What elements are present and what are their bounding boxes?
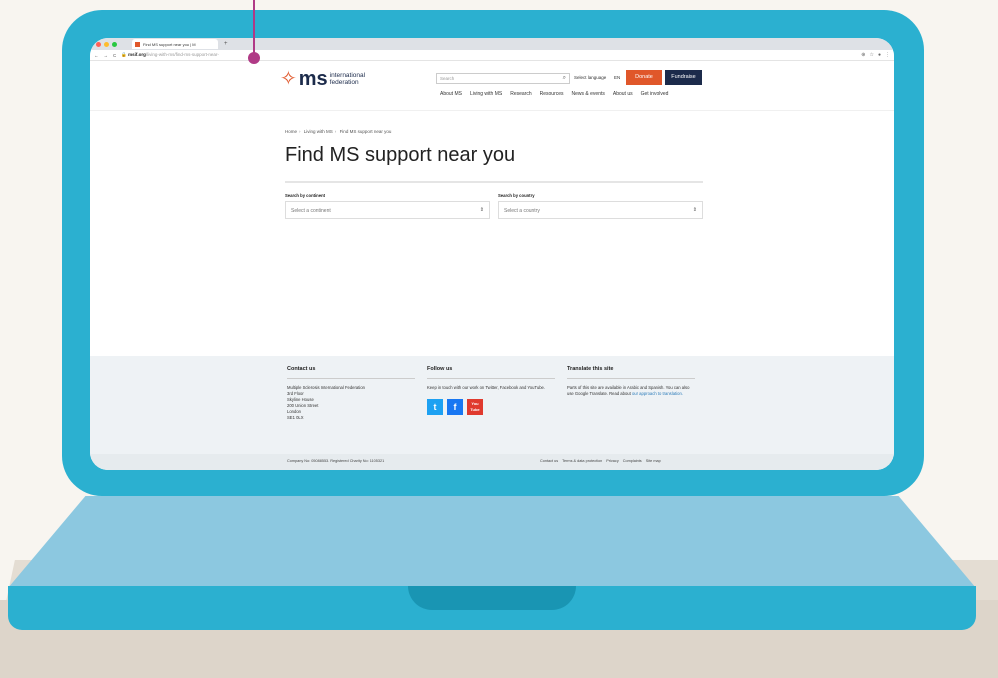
continent-label: Search by continent <box>285 193 326 198</box>
search-filters: Search by continent Select a continent ⇕… <box>285 193 703 219</box>
footer-link-sitemap[interactable]: Site map <box>646 459 661 463</box>
bookmark-star-icon[interactable]: ☆ <box>869 52 873 58</box>
nav-about-ms[interactable]: About MS <box>440 91 462 97</box>
company-registration: Company No: 05088553. Registered Charity… <box>287 459 385 463</box>
logo-ms-text: ms <box>298 68 328 90</box>
annotation-pointer-line <box>253 0 255 56</box>
site-footer: Contact us Multiple Sclerosis Internatio… <box>90 356 894 470</box>
window-close-dot[interactable] <box>96 41 101 47</box>
twitter-icon[interactable]: t <box>427 399 443 415</box>
translate-heading: Translate this site <box>567 366 614 372</box>
favicon-icon <box>135 41 140 47</box>
divider <box>427 378 555 379</box>
translate-text: Parts of this site are available in Arab… <box>567 385 690 396</box>
nav-resources[interactable]: Resources <box>540 91 564 97</box>
logo-star-icon: ✧ <box>280 68 297 90</box>
forward-icon[interactable]: → <box>104 53 109 58</box>
nav-living-with-ms[interactable]: Living with MS <box>470 91 502 97</box>
follow-heading: Follow us <box>427 366 453 372</box>
laptop-keyboard-deck <box>8 496 976 588</box>
fundraise-button[interactable]: Fundraise <box>665 70 702 85</box>
country-select[interactable]: Select a country ⇕ <box>498 201 703 219</box>
footer-contact: Contact us Multiple Sclerosis Internatio… <box>287 366 415 421</box>
browser-tab-bar: Find MS support near you | M + <box>90 38 894 50</box>
footer-link-complaints[interactable]: Complaints <box>623 459 642 463</box>
nav-research[interactable]: Research <box>510 91 531 97</box>
divider <box>285 181 703 183</box>
divider <box>287 378 415 379</box>
profile-icon[interactable]: ● <box>878 52 881 58</box>
continent-filter: Search by continent Select a continent ⇕ <box>285 193 490 219</box>
window-maximize-dot[interactable] <box>112 41 117 47</box>
footer-follow: Follow us Keep in touch with our work on… <box>427 366 555 421</box>
browser-tab[interactable]: Find MS support near you | M <box>132 39 218 49</box>
translation-approach-link[interactable]: our approach to translation. <box>632 391 683 396</box>
menu-kebab-icon[interactable]: ⋮ <box>885 52 890 58</box>
contact-address: Multiple Sclerosis International Federat… <box>287 385 365 420</box>
search-icon[interactable]: ⌕ <box>563 75 566 82</box>
continent-select[interactable]: Select a continent ⇕ <box>285 201 490 219</box>
laptop-notch <box>408 586 576 610</box>
main-content: Home › Living with MS › Find MS support ne… <box>285 129 703 219</box>
divider <box>567 378 695 379</box>
footer-bottom-bar: Company No: 05088553. Registered Charity… <box>90 454 894 470</box>
window-minimize-dot[interactable] <box>104 41 109 47</box>
extension-icon[interactable]: ⊕ <box>861 52 865 58</box>
social-links: t f You Tube <box>427 399 555 415</box>
reload-icon[interactable]: C <box>113 53 116 58</box>
breadcrumb: Home › Living with MS › Find MS support ne… <box>285 129 392 134</box>
footer-columns: Contact us Multiple Sclerosis Internatio… <box>287 366 695 421</box>
contact-heading: Contact us <box>287 366 316 372</box>
tab-title: Find MS support near you | M <box>143 41 196 47</box>
nav-get-involved[interactable]: Get involved <box>641 91 669 97</box>
lock-icon: 🔒 <box>121 52 127 57</box>
facebook-icon[interactable]: f <box>447 399 463 415</box>
url-field[interactable]: 🔒 msif.org/living-with-ms/find-ms-suppor… <box>121 52 856 58</box>
main-navigation: About MS Living with MS Research Resourc… <box>440 91 668 97</box>
select-language-link[interactable]: Select language <box>574 75 606 80</box>
nav-news-events[interactable]: News & events <box>572 91 605 97</box>
footer-links: Contact us Terms & data protection Priva… <box>540 459 661 463</box>
search-placeholder: Search <box>440 76 455 81</box>
nav-about-us[interactable]: About us <box>613 91 633 97</box>
youtube-icon[interactable]: You Tube <box>467 399 483 415</box>
back-icon[interactable]: ← <box>94 53 99 58</box>
select-arrow-icon: ⇕ <box>692 207 697 213</box>
country-select-value: Select a country <box>504 208 540 214</box>
site-header: ✧ ms international federation Search ⌕ Se… <box>90 61 894 111</box>
follow-text: Keep in touch with our work on Twitter, … <box>427 385 546 390</box>
laptop-base <box>8 496 976 630</box>
footer-link-contact[interactable]: Contact us <box>540 459 558 463</box>
logo-subtext: international federation <box>329 72 366 86</box>
footer-link-terms[interactable]: Terms & data protection <box>562 459 602 463</box>
footer-translate: Translate this site Parts of this site a… <box>567 366 695 421</box>
url-path: /living-with-ms/find-ms-support-near- <box>145 52 219 57</box>
country-label: Search by country <box>498 193 535 198</box>
donate-button[interactable]: Donate <box>626 70 662 85</box>
new-tab-button[interactable]: + <box>224 41 228 47</box>
country-filter: Search by country Select a country ⇕ <box>498 193 703 219</box>
extension-icons: ⊕ ☆ ● ⋮ <box>861 52 890 58</box>
page-title: Find MS support near you <box>285 144 516 166</box>
breadcrumb-living-with-ms[interactable]: Living with MS <box>304 129 333 134</box>
address-bar: ← → C 🔒 msif.org/living-with-ms/find-ms-… <box>90 50 894 61</box>
search-input[interactable]: Search ⌕ <box>436 73 570 84</box>
language-code[interactable]: EN <box>614 75 620 80</box>
breadcrumb-home[interactable]: Home <box>285 129 297 134</box>
laptop-screen: Find MS support near you | M + ← → C 🔒 m… <box>90 38 894 470</box>
msif-logo[interactable]: ✧ ms international federation <box>280 69 374 89</box>
breadcrumb-current: Find MS support near you <box>339 129 392 134</box>
continent-select-value: Select a continent <box>291 208 331 214</box>
select-arrow-icon: ⇕ <box>479 207 484 213</box>
url-domain: msif.org <box>128 52 146 57</box>
footer-link-privacy[interactable]: Privacy <box>606 459 618 463</box>
annotation-pointer-dot <box>248 52 260 64</box>
